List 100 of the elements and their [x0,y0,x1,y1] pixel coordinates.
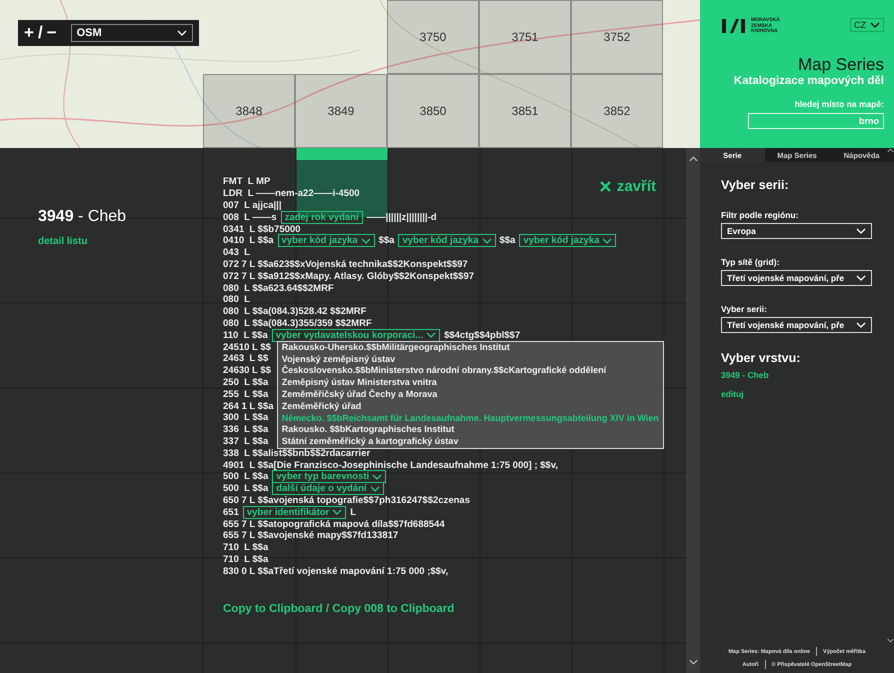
chevron-icon [360,238,371,244]
dropdown-select[interactable]: další údaje o vydání [272,482,384,496]
marc-text: 255 L $$a [223,388,268,400]
year-input-field[interactable]: zadej rok vydaní [280,210,363,224]
section-heading: Vyber vrstvu: [721,351,802,365]
copy-link[interactable]: Copy to Clipboard / Copy 008 to Clipboard [223,603,454,616]
dropdown-select[interactable]: Evropa [721,223,872,239]
marc-text: 650 7 L $$avojenská topografie$$7ph316247$$2czenas [223,494,470,506]
marc-text: 24510 L $$ [223,342,271,353]
dropdown-select[interactable]: vyber identifikátor [242,506,346,519]
marc-text: 651 [223,506,239,518]
app-title: Map Series [798,54,884,74]
marc-text: 300 L $$a [223,412,268,424]
logo-icon [722,18,746,34]
dropdown-option[interactable]: Zeměpisný ústav Ministerstva vnitra [278,377,663,389]
dropdown-select[interactable]: vyber kód jazyka [519,234,616,248]
dropdown-option[interactable]: Rakousko-Uhersko.$$bMilitärgeographisches Institut [278,342,663,354]
field-label: Typ sítě (grid): [721,257,780,267]
language-select[interactable]: CZ [850,18,884,32]
field-label: Filtr podle regiónu: [721,210,800,220]
scroll-up-icon[interactable] [688,156,698,162]
marc-text: 500 L $$a [223,483,268,494]
grid-cell-number[interactable]: 3850 [387,74,479,148]
dropdown-option[interactable]: Rakousko. $$bKartographisches Institut [278,424,663,436]
marc-text: L [350,506,356,518]
marc-text: 008 L ——s [223,212,277,223]
scroll-down-icon[interactable] [688,659,698,665]
marc-text: 080 L $$a623.64$$2MRF [223,282,334,294]
marc-text: 0341 L $$b75000 [223,224,300,235]
dropdown-option[interactable]: Zeměměřický úřad [278,400,663,413]
zoom-in-button[interactable]: + [24,23,34,43]
marc-text: 338 L $$alist$$bnb$$2rdacarrier [223,448,370,459]
chevron-icon [856,275,866,281]
search-label: hledej místo na mapě: [794,98,884,108]
close-button[interactable]: zavřít [600,178,656,195]
marc-text: 072 7 L $$a912$$xMapy. Atlasy. Glóby$$2Konspekt$$97 [223,270,474,282]
edit-link[interactable]: edituj [721,389,872,399]
marc-text: 4901 L $$a[Die Franzisco-Josephinische Landesaufnahme 1:75 000] ; $$v, [223,460,558,471]
marc-text: 043 L [223,247,250,258]
marc-text: 2463 L $$ [223,353,268,364]
chevron-icon [602,238,612,244]
grid-cell-number[interactable]: 3751 [479,0,571,74]
close-icon [600,181,611,192]
marc-text: FMT L MP [223,176,270,188]
layer-link[interactable]: 3949 - Cheb [721,370,872,380]
marc-text: 072 7 L $$a623$$xVojenská technika$$2Konspekt$$97 [223,258,468,270]
dropdown-option[interactable]: Zeměměřičský úřad Čechy a Morava [278,388,663,401]
dropdown-select[interactable]: vyber typ barevnosti [272,470,386,484]
dropdown-option[interactable]: Německo. $$bReichsamt für Landesaufnahme. Hauptvermessungsabteilung XIV in Wien [278,412,663,424]
marc-text: 655 7 L $$avojenské mapy$$7fd133817 [223,530,398,542]
chevron-icon [332,509,342,516]
marc-text: 080 L $$a(084.3)355/359 $$2MRF [223,318,372,329]
grid-cell-number[interactable]: 3851 [479,74,571,148]
grid-cell-number[interactable]: 3750 [387,0,479,74]
marc-text: 0410 L $$a [223,235,274,246]
marc-text: 080 L [223,294,250,306]
app-subtitle: Katalogizace mapových děl [734,74,884,86]
dropdown-select[interactable]: vyber kód jazyka [398,234,496,248]
marc-text: 710 L $$a [223,554,268,565]
marc-text: ——||||||z||||||||-d [366,212,437,223]
scroll-down-icon[interactable] [886,638,894,643]
chevron-icon [426,332,436,338]
dropdown-select[interactable]: vyber kód jazyka [278,234,375,248]
marc-text: 250 L $$a [223,376,268,388]
marc-text: $$4ctg$$4pbl$$7 [444,330,520,341]
scrollbar[interactable] [686,148,700,673]
zoom-out-button[interactable]: − [46,23,57,43]
chevron-icon [870,22,880,28]
marc-text: 655 7 L $$atopografická mapová díla$$7fd688544 [223,518,445,530]
dropdown-option[interactable]: Státní zeměměřický a kartografický ústav [278,436,663,448]
marc-text: 24630 L $$ [223,365,271,376]
grid-cell-number[interactable]: 3848 [203,74,295,148]
marc-text: 110 L $$a [223,330,268,341]
marc-text: $$a [378,235,394,246]
dropdown-select[interactable]: Třetí vojenské mapování, pře [721,317,872,333]
marc-text: 500 L $$a [223,471,268,482]
layer-select[interactable]: OSM [70,24,193,42]
dropdown-select[interactable]: Třetí vojenské mapování, pře [721,270,872,286]
marc-text: $$a [500,235,516,246]
marc-text: LDR L ——nem-a22——i-4500 [223,188,360,200]
chevron-icon [370,486,380,492]
marc-text: 710 L $$a [223,542,268,554]
dropdown-option[interactable]: Československo.$$bMinisterstvo národní obrany.$$cKartografické oddělení [278,365,663,378]
detail-link[interactable]: detail listu [38,236,88,247]
chevron-icon [372,474,382,480]
marc-text: 336 L $$a [223,424,268,436]
grid-cell-number[interactable]: 3849 [295,74,387,148]
marc-text: 007 L ajjca||| [223,200,282,211]
chevron-icon [856,322,866,328]
scroll-up-icon[interactable] [886,148,894,153]
chevron-icon [856,228,866,234]
dropdown-option[interactable]: Vojenský zeměpisný ústav [278,354,663,366]
sheet-title: 3949 - Cheb [38,208,128,226]
chevron-icon [176,30,187,36]
marc-text: 264 1 L $$a [223,400,274,412]
marc-text: 830 0 L $$aTřetí vojenské mapování 1:75 000 ;$$v, [223,566,448,577]
field-label: Vyber serii: [721,304,768,314]
chevron-icon [482,238,492,244]
grid-cell-number[interactable]: 3752 [571,0,663,74]
grid-cell-number[interactable]: 3852 [571,74,663,148]
